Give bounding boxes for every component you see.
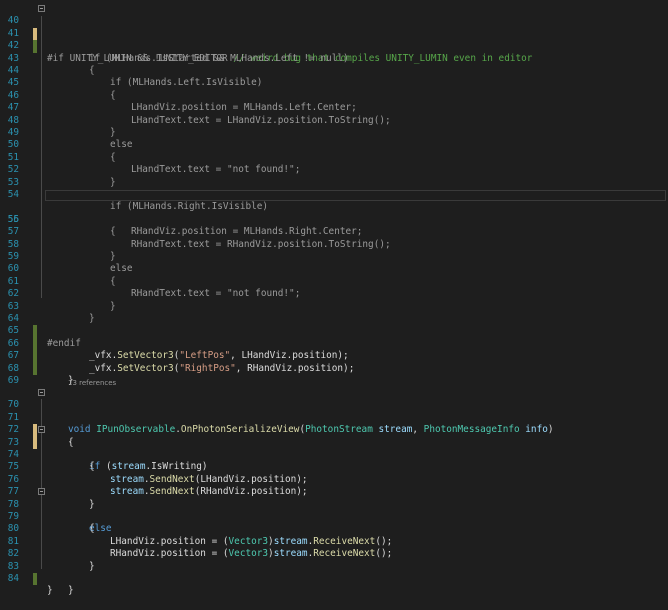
code-line[interactable]: 72 [0, 412, 668, 449]
code-line[interactable]: 83 } [0, 548, 668, 597]
code-line[interactable]: 52 } [0, 152, 668, 187]
code-line[interactable]: 73 if (stream.IsWriting) [0, 424, 668, 472]
line-number: 84 [7, 573, 19, 584]
code-line[interactable]: 59 else [0, 239, 668, 274]
fold-toggle-icon[interactable] [38, 426, 45, 434]
code-line[interactable]: 81 RHandViz.position = (Vector3)stream.R… [0, 523, 668, 559]
code-editor[interactable]: 40 #if UNITY_LUMIN && !UNITY_EDITOR // w… [0, 0, 668, 597]
code-line[interactable]: 69 [0, 363, 668, 386]
code-line[interactable]: 46 LHandViz.position = MLHands.Left.Cent… [0, 77, 668, 113]
current-line-highlight [45, 190, 666, 201]
fold-toggle-icon[interactable] [38, 5, 45, 12]
code-line[interactable]: 45 { [0, 65, 668, 100]
code-line[interactable]: 84 } [0, 561, 668, 596]
code-line[interactable]: 68 } [0, 350, 668, 386]
code-line[interactable]: 62 } [0, 276, 668, 311]
code-line[interactable]: 60 { [0, 251, 668, 286]
line-number: 69 [7, 375, 19, 386]
code-line[interactable]: 78 else [0, 486, 668, 534]
code-line[interactable]: 82 } [0, 536, 668, 571]
code-line[interactable]: 51 LHandText.text = "not found!"; [0, 139, 668, 175]
code-line[interactable]: 56 RHandViz.position = MLHands.Right.Cen… [0, 201, 668, 237]
references-codelens[interactable]: 13 references [68, 379, 116, 387]
code-line[interactable]: 47 LHandText.text = LHandViz.position.To… [0, 90, 668, 125]
code-line[interactable]: 44 if (MLHands.Left.IsVisible) [0, 53, 668, 88]
code-line[interactable]: 64 #endif [0, 301, 668, 349]
code-line[interactable]: 53 [0, 164, 668, 188]
fold-toggle-icon[interactable] [38, 488, 45, 496]
code-line[interactable]: 70 void IPunObservable.OnPhotonSerialize… [0, 387, 668, 435]
code-line[interactable]: 66 _vfx.SetVector3("RightPos", RHandViz.… [0, 325, 668, 374]
change-marker [33, 573, 37, 586]
code-line-current[interactable]: 55 { [0, 189, 668, 237]
code-line[interactable]: 77 } [0, 474, 668, 509]
code-line[interactable]: 49 else [0, 115, 668, 150]
fold-toggle-icon[interactable] [38, 389, 45, 396]
code-line[interactable]: 54 if (MLHands.Right.IsVisible) [0, 177, 668, 212]
code-line[interactable]: 71 { [0, 399, 668, 448]
code-line[interactable]: 41 [0, 15, 668, 53]
code-line[interactable]: 61 RHandText.text = "not found!"; [0, 263, 668, 299]
code-line[interactable]: 80 LHandViz.position = (Vector3)stream.R… [0, 511, 668, 546]
code-line[interactable]: 50 { [0, 127, 668, 162]
code-line[interactable]: 65 _vfx.SetVector3("LeftPos", LHandViz.p… [0, 313, 668, 361]
code-line[interactable]: 74 { [0, 437, 668, 472]
code-line[interactable]: 63 } [0, 288, 668, 324]
code-line[interactable]: 40 #if UNITY_LUMIN && !UNITY_EDITOR // w… [0, 3, 668, 64]
code-line[interactable]: 67 [0, 338, 668, 375]
code-line[interactable]: 79 { [0, 499, 668, 534]
code-line[interactable]: 43 { [0, 40, 668, 76]
code-line[interactable]: 42 if (MLHands.IsStarted && MLHands.Left… [0, 28, 668, 63]
code-line[interactable]: 57 RHandText.text = RHandViz.position.To… [0, 214, 668, 249]
code-line[interactable]: 48 } [0, 102, 668, 138]
code-line[interactable]: 76 stream.SendNext(RHandViz.position); [0, 461, 668, 497]
code-line[interactable]: 75 stream.SendNext(LHandViz.position); [0, 449, 668, 484]
code-line[interactable]: 58 } [0, 226, 668, 262]
